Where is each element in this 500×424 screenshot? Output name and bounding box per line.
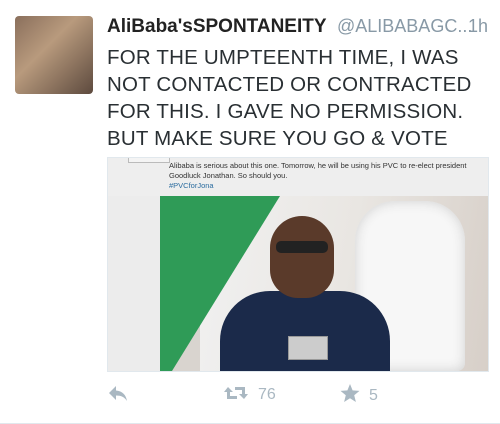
media-topbar (128, 158, 170, 163)
tweet-text: FOR THE UMPTEENTH TIME, I WAS NOT CONTAC… (107, 46, 472, 150)
media-hashtag: #PVCforJona (169, 181, 214, 190)
display-name[interactable]: AliBaba'sSPONTANEITY (107, 16, 327, 37)
voter-card (288, 336, 328, 360)
retweet-count: 76 (258, 386, 276, 403)
avatar[interactable] (15, 16, 93, 94)
favorite-count: 5 (369, 386, 378, 404)
reply-button[interactable] (107, 384, 129, 406)
media-caption: Alibaba is serious about this one. Tomor… (169, 161, 479, 191)
media-left-margin (108, 196, 160, 371)
user-handle[interactable]: @ALIBABAGC... (337, 16, 472, 36)
retweet-button[interactable]: 76 (223, 384, 276, 406)
tweet-header: AliBaba'sSPONTANEITY @ALIBABAGC... 1h (107, 16, 488, 42)
media-image[interactable]: Alibaba is serious about this one. Tomor… (107, 157, 489, 372)
timestamp[interactable]: 1h (468, 16, 488, 37)
tweet[interactable]: AliBaba'sSPONTANEITY @ALIBABAGC... 1h FO… (0, 0, 500, 424)
star-icon (340, 384, 360, 407)
person-head (270, 216, 334, 298)
reply-icon (107, 384, 129, 406)
tweet-actions: 76 5 (107, 384, 487, 410)
retweet-icon (223, 384, 249, 406)
sunglasses (276, 241, 328, 253)
media-photo (160, 196, 488, 371)
favorite-button[interactable]: 5 (340, 384, 378, 407)
media-caption-text: Alibaba is serious about this one. Tomor… (169, 161, 467, 180)
